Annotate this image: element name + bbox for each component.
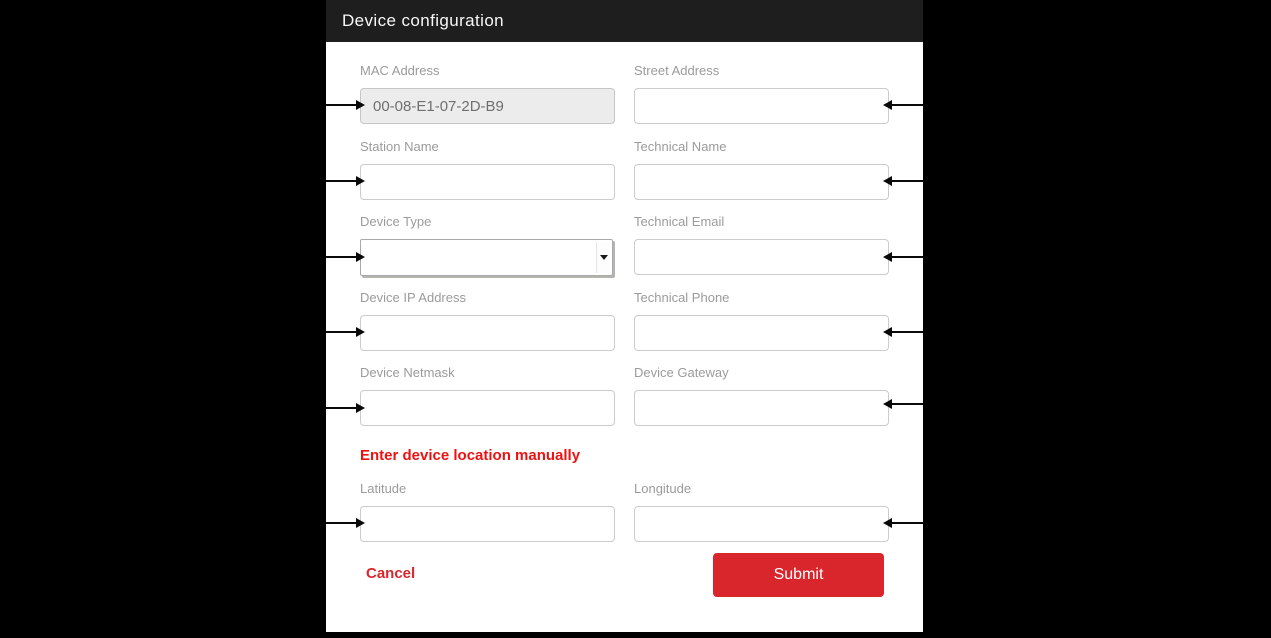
page-background: { "window": { "title": "Device configura… [0,0,1271,638]
station-name-input[interactable] [360,164,615,200]
field-station-name: Station Name [360,139,615,200]
annotation-arrow [326,180,357,182]
dialog-title: Device configuration [326,11,504,31]
device-gateway-input[interactable] [634,390,889,426]
field-technical-name: Technical Name [634,139,889,200]
annotation-arrow [326,104,357,106]
submit-button[interactable]: Submit [713,553,884,597]
arrow-left-icon [883,100,892,110]
device-ip-label: Device IP Address [360,290,615,306]
annotation-arrow [891,104,923,106]
device-type-label: Device Type [360,214,613,230]
arrow-left-icon [883,176,892,186]
mac-address-input [360,88,615,124]
annotation-arrow [891,522,923,524]
location-section-heading: Enter device location manually [360,447,580,464]
annotation-arrow [891,180,923,182]
arrow-right-icon [356,100,365,110]
arrow-left-icon [883,518,892,528]
chevron-down-icon [600,255,608,260]
field-device-netmask: Device Netmask [360,365,615,426]
annotation-arrow [326,522,357,524]
field-latitude: Latitude [360,481,615,542]
technical-email-input[interactable] [634,239,889,275]
arrow-right-icon [356,176,365,186]
arrow-right-icon [356,518,365,528]
field-mac-address: MAC Address [360,63,615,124]
device-configuration-dialog: Device configuration MAC Address Street … [326,0,923,632]
annotation-arrow [891,403,923,405]
technical-email-label: Technical Email [634,214,889,230]
annotation-arrow [326,331,357,333]
technical-name-input[interactable] [634,164,889,200]
cancel-link[interactable]: Cancel [366,565,415,582]
arrow-left-icon [883,327,892,337]
arrow-right-icon [356,327,365,337]
technical-phone-label: Technical Phone [634,290,889,306]
station-name-label: Station Name [360,139,615,155]
field-technical-phone: Technical Phone [634,290,889,351]
device-ip-input[interactable] [360,315,615,351]
arrow-right-icon [356,403,365,413]
device-netmask-label: Device Netmask [360,365,615,381]
arrow-left-icon [883,399,892,409]
field-technical-email: Technical Email [634,214,889,275]
dialog-header: Device configuration [326,0,923,42]
annotation-arrow [326,407,357,409]
technical-phone-input[interactable] [634,315,889,351]
device-netmask-input[interactable] [360,390,615,426]
longitude-input[interactable] [634,506,889,542]
street-address-label: Street Address [634,63,889,79]
latitude-label: Latitude [360,481,615,497]
annotation-arrow [326,256,357,258]
arrow-left-icon [883,252,892,262]
latitude-input[interactable] [360,506,615,542]
street-address-input[interactable] [634,88,889,124]
field-device-gateway: Device Gateway [634,365,889,426]
select-dropdown-button[interactable] [596,242,610,273]
annotation-arrow [891,256,923,258]
arrow-right-icon [356,252,365,262]
field-street-address: Street Address [634,63,889,124]
annotation-arrow [891,331,923,333]
mac-address-label: MAC Address [360,63,615,79]
device-type-select[interactable] [360,239,613,276]
field-device-ip: Device IP Address [360,290,615,351]
field-longitude: Longitude [634,481,889,542]
technical-name-label: Technical Name [634,139,889,155]
field-device-type: Device Type [360,214,613,276]
longitude-label: Longitude [634,481,889,497]
device-gateway-label: Device Gateway [634,365,889,381]
